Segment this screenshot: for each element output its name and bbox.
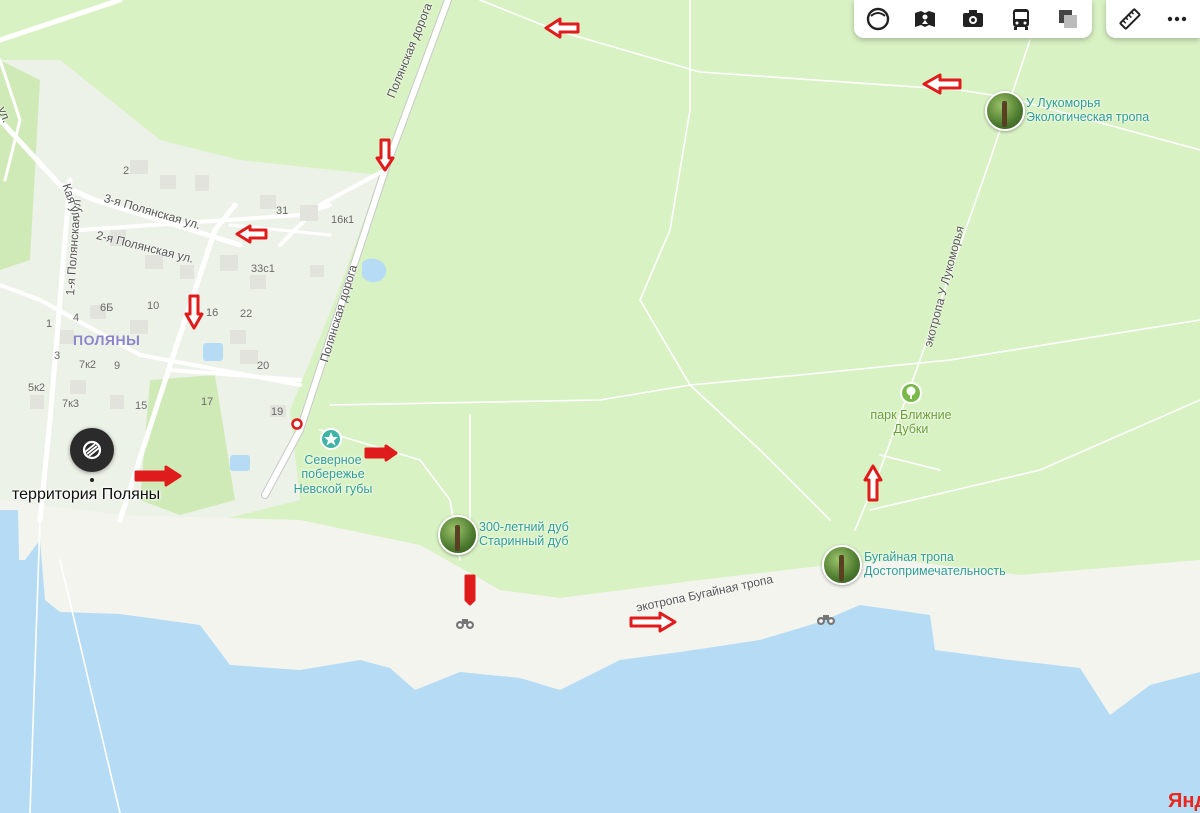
route-arrow-down xyxy=(464,574,476,606)
ruler-button[interactable] xyxy=(1106,0,1153,38)
house-number: 4 xyxy=(73,312,80,324)
bugainaya-subtitle: Достопримечательность xyxy=(864,564,1006,579)
route-arrow-up xyxy=(863,464,883,502)
house-number: 22 xyxy=(240,308,253,320)
north-coast-line-3: Невской губы xyxy=(293,481,373,496)
map-canvas[interactable]: Полянская дорога Полянская дорога 3-я По… xyxy=(0,0,1200,813)
oak-subtitle: Старинный дуб xyxy=(479,534,569,549)
park-line-2: Дубки xyxy=(893,422,929,437)
park-marker[interactable] xyxy=(900,382,922,404)
pin-anchor-dot xyxy=(90,478,94,482)
house-number: 7к2 xyxy=(79,359,97,371)
bus-icon xyxy=(1012,9,1029,30)
panorama-button[interactable] xyxy=(902,0,950,38)
house-number: 20 xyxy=(257,360,270,372)
house-number: 15 xyxy=(135,400,148,412)
lukomorye-subtitle: Экологическая тропа xyxy=(1026,110,1150,125)
map-style-button[interactable] xyxy=(1044,0,1092,38)
oak-label[interactable]: 300-летний дуб Старинный дуб xyxy=(479,520,569,549)
oak-photo-marker[interactable] xyxy=(438,515,478,555)
bugainaya-label[interactable]: Бугайная тропа Достопримечательность xyxy=(864,550,1006,579)
map-style-icon xyxy=(1059,10,1078,28)
more-button[interactable] xyxy=(1153,0,1200,38)
no-entry-icon xyxy=(82,440,102,460)
lukomorye-label[interactable]: У Лукоморья Экологическая тропа xyxy=(1026,96,1149,125)
route-arrow-left xyxy=(544,17,580,39)
house-number: 3 xyxy=(54,350,61,362)
north-coast-line-2: побережье xyxy=(301,467,365,482)
transport-button[interactable] xyxy=(997,0,1045,38)
layers-button[interactable] xyxy=(854,0,902,38)
lukomorye-title: У Лукоморья xyxy=(1026,96,1101,110)
bugainaya-title: Бугайная тропа xyxy=(864,550,954,564)
more-icon xyxy=(1167,16,1186,22)
house-number: 1 xyxy=(46,318,53,330)
ruler-icon xyxy=(1119,8,1140,30)
house-number: 31 xyxy=(276,205,289,217)
map-tools-toolbar xyxy=(1106,0,1200,38)
binoculars-icon[interactable] xyxy=(455,616,475,630)
house-number: 5к2 xyxy=(28,382,46,394)
lukomorye-photo-marker[interactable] xyxy=(985,91,1025,131)
house-number: 10 xyxy=(147,300,160,312)
settlement-label: ПОЛЯНЫ xyxy=(73,332,141,348)
house-number: 17 xyxy=(201,396,214,408)
territory-label[interactable]: территория Поляны xyxy=(12,486,160,504)
photos-button[interactable] xyxy=(949,0,997,38)
route-arrow-down xyxy=(184,294,204,330)
oak-title: 300-летний дуб xyxy=(479,520,569,534)
house-number: 33с1 xyxy=(251,263,275,275)
panorama-icon xyxy=(915,11,936,27)
bugainaya-photo-marker[interactable] xyxy=(822,545,862,585)
north-coast-line-1: Северное xyxy=(304,453,362,467)
house-number: 9 xyxy=(114,360,121,372)
north-coast-label[interactable]: Северное побережье Невской губы xyxy=(289,453,377,496)
route-arrow-right xyxy=(134,465,182,487)
house-number: 19 xyxy=(271,406,284,418)
house-number: 7к3 xyxy=(62,398,80,410)
route-arrow-right xyxy=(629,611,677,633)
route-arrow-left xyxy=(235,224,268,244)
tree-icon xyxy=(906,386,916,399)
house-number: 16 xyxy=(206,307,219,319)
house-number: 2 xyxy=(123,165,130,177)
map-layers-toolbar xyxy=(854,0,1092,38)
territory-pin[interactable] xyxy=(70,428,114,472)
yandex-logo[interactable]: Янд xyxy=(1168,790,1200,813)
house-number: 16к1 xyxy=(331,214,355,226)
star-icon xyxy=(324,432,338,446)
layers-icon xyxy=(866,7,889,31)
binoculars-icon[interactable] xyxy=(816,612,836,626)
star-poi-marker[interactable] xyxy=(320,428,342,450)
park-line-1: парк Ближние xyxy=(870,408,952,422)
route-arrow-down xyxy=(375,138,395,172)
route-arrow-left xyxy=(922,73,962,95)
house-number: 6Б xyxy=(100,302,114,314)
camera-icon xyxy=(962,10,983,27)
park-label[interactable]: парк Ближние Дубки xyxy=(862,408,960,437)
